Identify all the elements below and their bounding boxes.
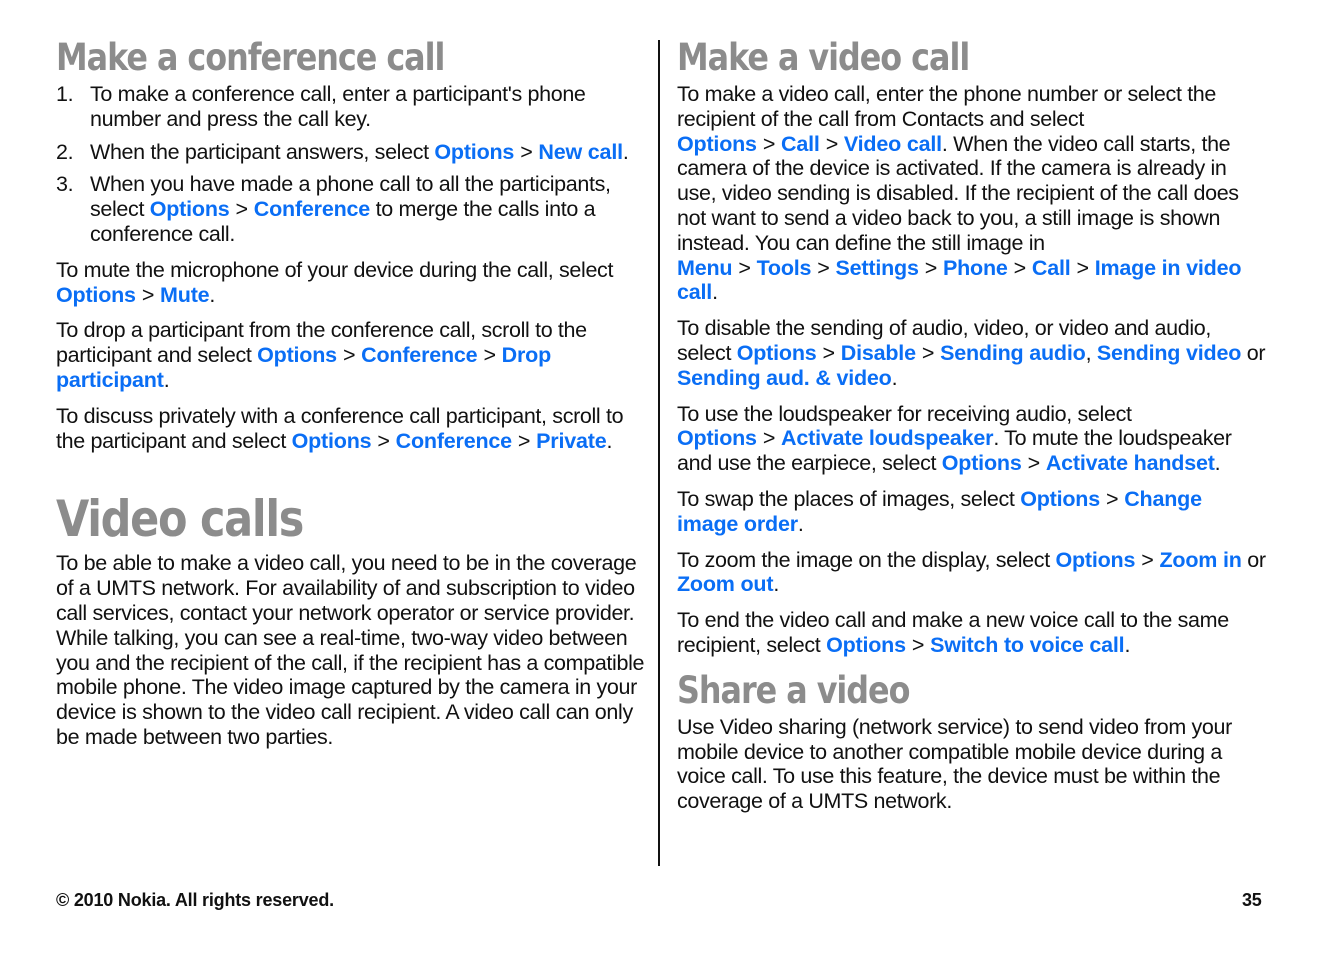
link-sending-audio[interactable]: Sending audio: [940, 341, 1086, 365]
paragraph-make-video-call: To make a video call, enter the phone nu…: [677, 82, 1242, 305]
link-switch-to-voice-call[interactable]: Switch to voice call: [930, 633, 1125, 657]
link-conference[interactable]: Conference: [254, 197, 370, 221]
step-item: 2. When the participant answers, select O…: [56, 139, 629, 164]
section-title-share-video: Share a video: [677, 668, 910, 712]
link-settings[interactable]: Settings: [836, 256, 919, 280]
link-options[interactable]: Options: [737, 341, 817, 365]
link-conference[interactable]: Conference: [396, 429, 512, 453]
link-activate-handset[interactable]: Activate handset: [1046, 451, 1215, 475]
footer-copyright: © 2010 Nokia. All rights reserved.: [56, 890, 334, 910]
paragraph-drop: To drop a participant from the conferenc…: [56, 318, 587, 392]
step-item: 3. When you have made a phone call to all…: [56, 172, 611, 246]
link-sending-video[interactable]: Sending video: [1097, 341, 1242, 365]
link-activate-loudspeaker[interactable]: Activate loudspeaker: [781, 426, 993, 450]
link-tools[interactable]: Tools: [757, 256, 812, 280]
paragraph-loudspeaker: To use the loudspeaker for receiving aud…: [677, 401, 1232, 476]
link-options[interactable]: Options: [1055, 548, 1135, 572]
paragraph-mute: To mute the microphone of your device du…: [56, 257, 614, 307]
left-column: Make a conference call 1. To make a confe…: [56, 36, 646, 761]
section-title-conference: Make a conference call: [56, 36, 445, 79]
link-phone[interactable]: Phone: [943, 256, 1008, 280]
paragraph-switch-voice: To end the video call and make a new voi…: [677, 608, 1229, 657]
paragraph-swap-images: To swap the places of images, select Opt…: [677, 486, 1202, 536]
link-options[interactable]: Options: [434, 140, 514, 164]
paragraph-zoom: To zoom the image on the display, select…: [677, 547, 1266, 597]
paragraph-disable-sending: To disable the sending of audio, video, …: [677, 316, 1266, 390]
right-column: Make a video call To make a video call, …: [677, 36, 1267, 825]
link-new-call[interactable]: New call: [538, 140, 623, 164]
link-menu[interactable]: Menu: [677, 256, 733, 280]
link-options[interactable]: Options: [677, 426, 757, 450]
link-call[interactable]: Call: [781, 132, 820, 156]
link-zoom-in[interactable]: Zoom in: [1159, 548, 1241, 572]
paragraph-video-calls-intro: To be able to make a video call, you nee…: [56, 551, 645, 749]
paragraph-private: To discuss privately with a conference c…: [56, 403, 624, 453]
link-call[interactable]: Call: [1032, 256, 1071, 280]
step-item: 1. To make a conference call, enter a par…: [56, 82, 586, 131]
link-private[interactable]: Private: [536, 429, 607, 453]
link-conference[interactable]: Conference: [361, 343, 477, 367]
link-sending-aud-video[interactable]: Sending aud. & video: [677, 366, 892, 390]
link-options[interactable]: Options: [1020, 487, 1100, 511]
column-divider: [658, 40, 660, 866]
section-title-make-video-call: Make a video call: [677, 36, 970, 79]
link-options[interactable]: Options: [150, 197, 230, 221]
link-options[interactable]: Options: [257, 343, 337, 367]
page-number: 35: [1242, 890, 1262, 910]
link-video-call[interactable]: Video call: [844, 132, 942, 156]
link-options[interactable]: Options: [56, 283, 136, 307]
link-disable[interactable]: Disable: [841, 341, 916, 365]
link-zoom-out[interactable]: Zoom out: [677, 572, 774, 596]
link-options[interactable]: Options: [826, 633, 906, 657]
link-options[interactable]: Options: [942, 451, 1022, 475]
link-mute[interactable]: Mute: [160, 283, 210, 307]
conference-steps: 1. To make a conference call, enter a par…: [56, 82, 646, 247]
paragraph-share-video: Use Video sharing (network service) to s…: [677, 714, 1232, 814]
chapter-title-video-calls: Video calls: [56, 490, 304, 549]
link-options[interactable]: Options: [292, 429, 372, 453]
link-options[interactable]: Options: [677, 132, 757, 156]
